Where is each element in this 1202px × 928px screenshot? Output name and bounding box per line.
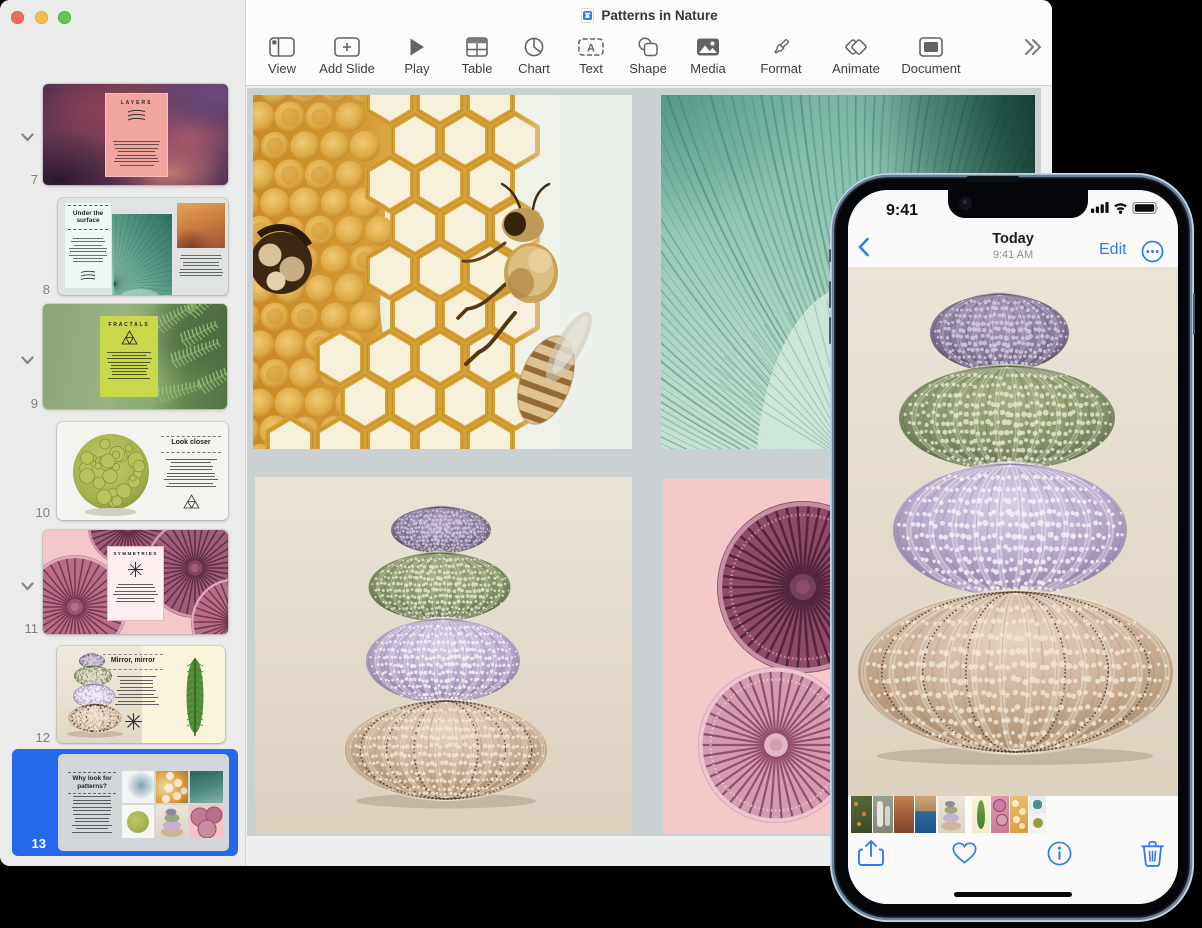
svg-text:A: A bbox=[587, 43, 595, 55]
